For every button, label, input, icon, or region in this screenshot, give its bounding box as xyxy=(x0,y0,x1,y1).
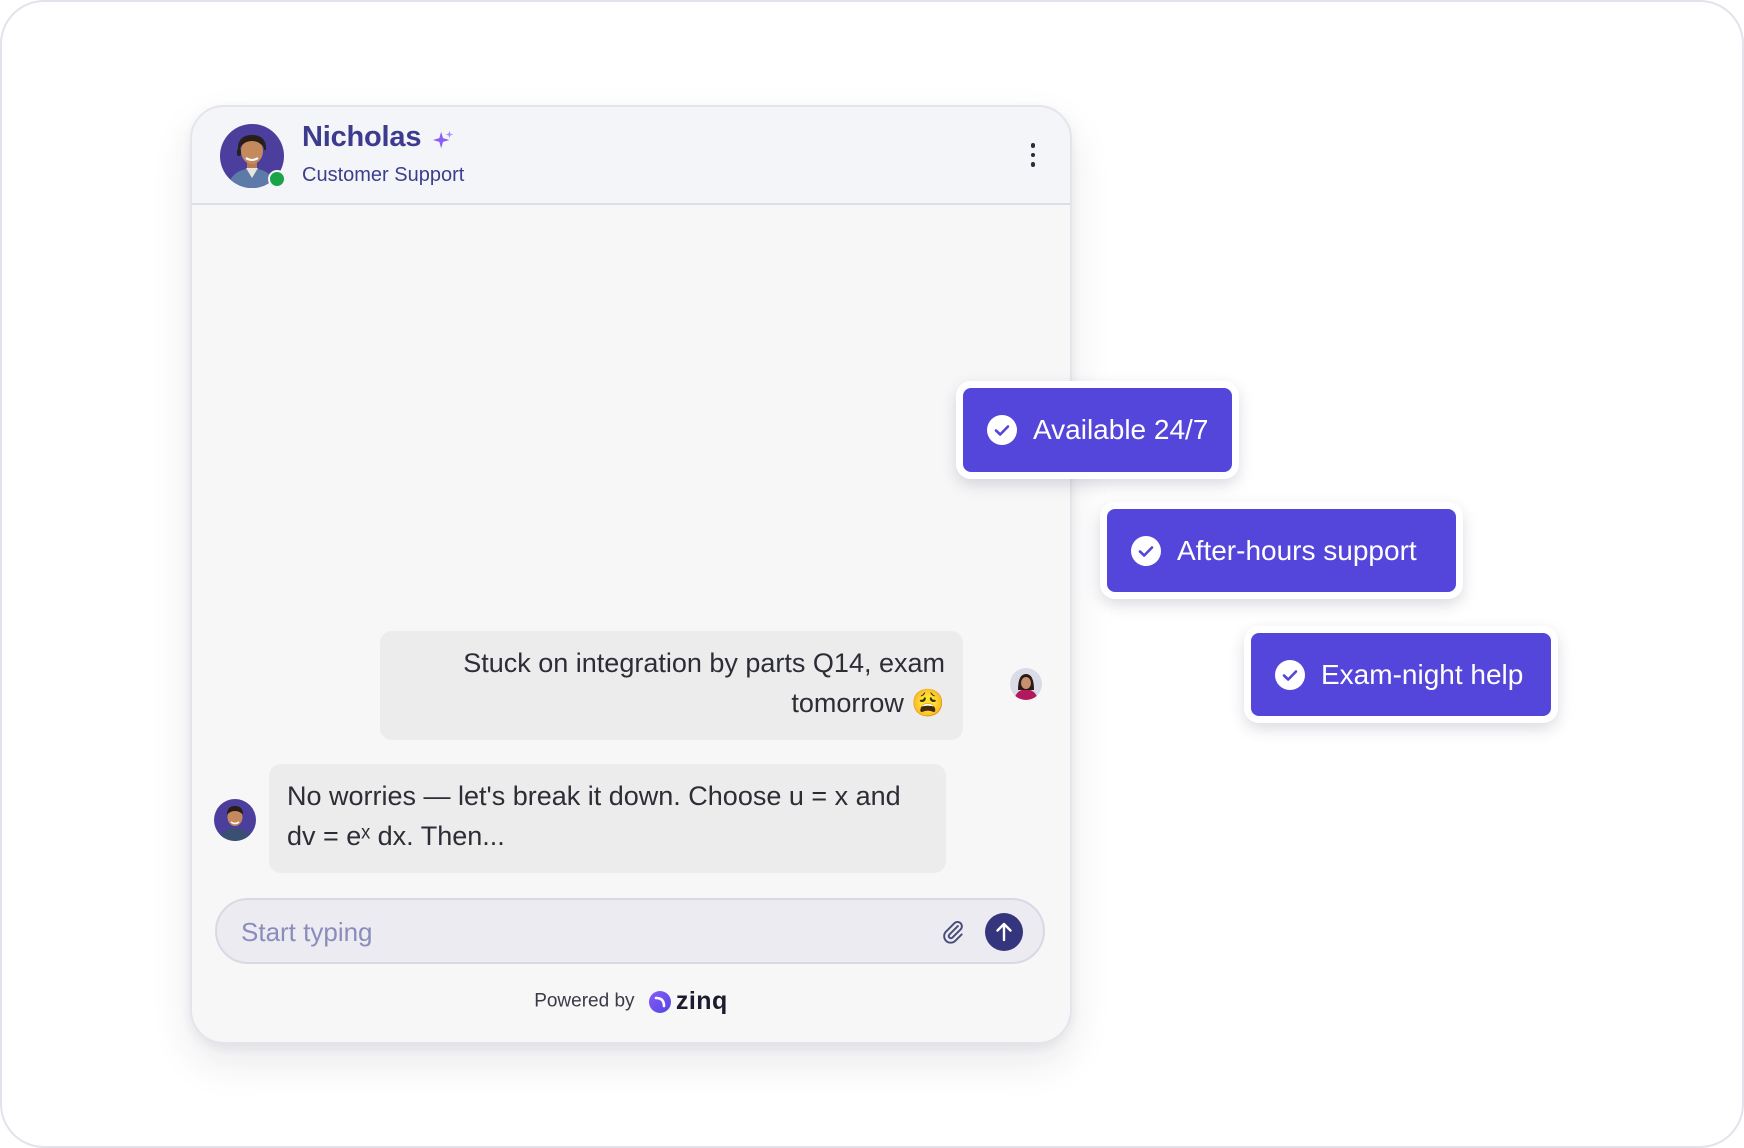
dot-icon xyxy=(1030,162,1036,167)
send-button[interactable] xyxy=(985,913,1023,951)
chat-widget: Nicholas Customer Support Stuck on integ… xyxy=(190,105,1072,1044)
more-options-button[interactable] xyxy=(1018,135,1048,175)
feature-label: After-hours support xyxy=(1177,534,1417,566)
check-circle-icon xyxy=(1131,535,1161,566)
brand-logo[interactable]: zinq xyxy=(648,987,728,1016)
feature-label: Available 24/7 xyxy=(1033,414,1209,445)
agent-message: No worries — let's break it down. Choose… xyxy=(269,764,946,873)
online-status-dot xyxy=(268,170,286,188)
message-input[interactable] xyxy=(239,910,903,954)
feature-exam-night-help: Exam-night help xyxy=(1251,633,1551,716)
feature-after-hours-support: After-hours support xyxy=(1107,509,1456,592)
chat-header: Nicholas Customer Support xyxy=(192,107,1070,205)
paperclip-icon[interactable] xyxy=(940,918,966,946)
feature-label: Exam-night help xyxy=(1321,658,1524,690)
check-circle-icon xyxy=(987,415,1017,445)
agent-name: Nicholas xyxy=(302,121,422,153)
user-avatar xyxy=(1010,668,1042,700)
dot-icon xyxy=(1030,152,1036,158)
arrow-up-icon xyxy=(996,922,1012,942)
message-composer xyxy=(215,898,1045,964)
zinq-logo-icon xyxy=(648,990,671,1013)
agent-role: Customer Support xyxy=(302,164,465,186)
powered-by-label: Powered by xyxy=(534,990,635,1012)
sparkle-icon xyxy=(432,130,454,149)
user-message: Stuck on integration by parts Q14, exam … xyxy=(380,631,963,740)
check-circle-icon xyxy=(1275,659,1305,690)
dot-icon xyxy=(1030,143,1036,148)
feature-available-24-7: Available 24/7 xyxy=(963,388,1232,472)
powered-by-footer: Powered by zinq xyxy=(192,987,1070,1016)
brand-name: zinq xyxy=(675,987,728,1015)
agent-message-avatar xyxy=(214,799,256,841)
